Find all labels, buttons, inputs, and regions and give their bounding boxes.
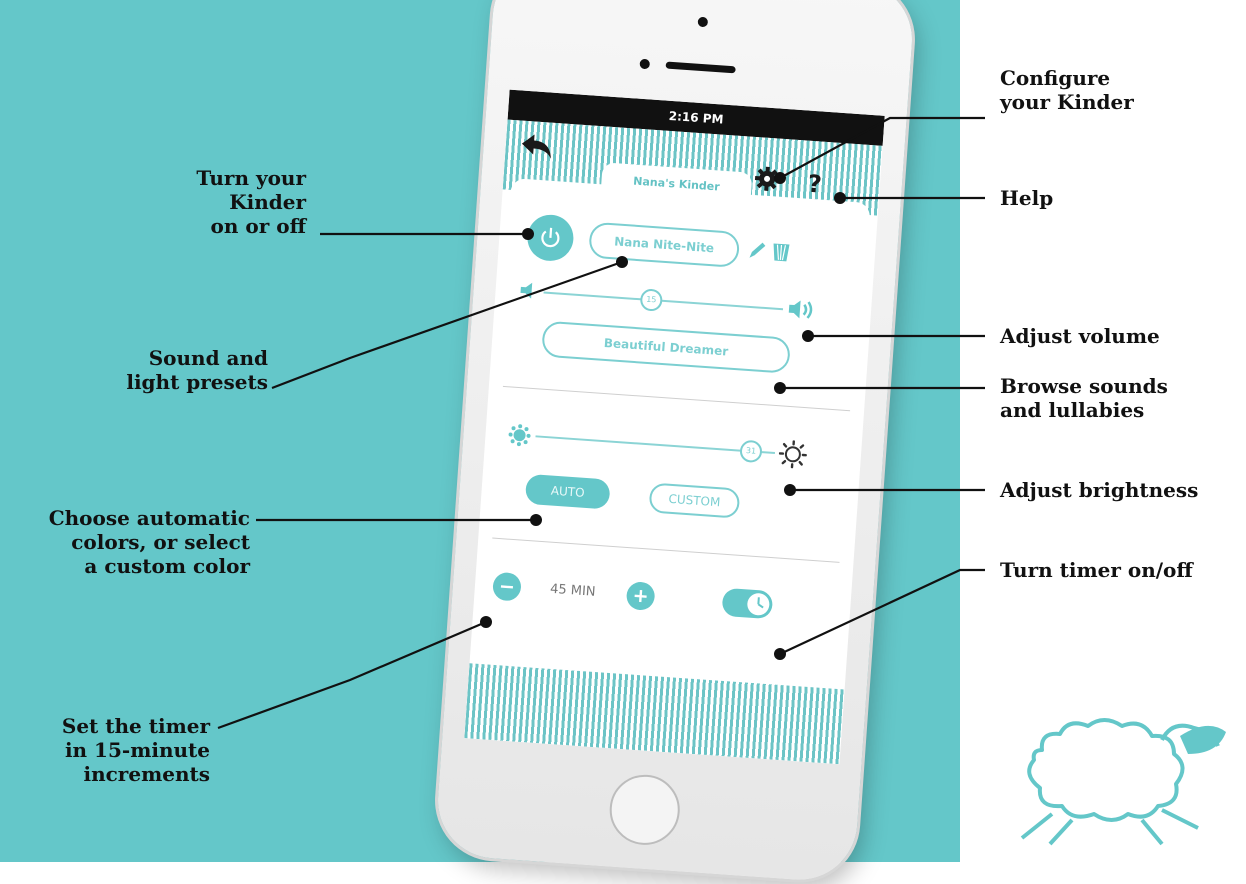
sheep-icon <box>1012 710 1232 850</box>
callout-dot-presets <box>616 256 628 268</box>
callout-timer-set-line3: increments <box>20 762 210 786</box>
callout-dot-colors <box>530 514 542 526</box>
callout-dot-power <box>522 228 534 240</box>
callout-dot-timer-toggle <box>774 648 786 660</box>
callout-line-configure <box>780 118 985 178</box>
callout-colors-line3: a custom color <box>6 554 250 578</box>
callout-configure-line1: Configure <box>1000 66 1134 90</box>
callout-timer-toggle: Turn timer on/off <box>1000 558 1193 582</box>
callout-timer-set-line1: Set the timer <box>20 714 210 738</box>
callout-dot-help <box>834 192 846 204</box>
callout-line-timer-toggle <box>780 570 985 654</box>
callout-presets: Sound and light presets <box>60 346 268 394</box>
callout-browse-line2: and lullabies <box>1000 398 1168 422</box>
callout-colors: Choose automatic colors, or select a cus… <box>6 506 250 578</box>
callout-colors-line1: Choose automatic <box>6 506 250 530</box>
callout-dot-configure <box>774 172 786 184</box>
callout-help: Help <box>1000 186 1053 210</box>
callout-brightness: Adjust brightness <box>1000 478 1198 502</box>
callout-browse: Browse sounds and lullabies <box>1000 374 1168 422</box>
callout-dot-browse <box>774 382 786 394</box>
callout-configure-line2: your Kinder <box>1000 90 1134 114</box>
callout-configure: Configure your Kinder <box>1000 66 1134 114</box>
callout-power-line3: on or off <box>120 214 306 238</box>
callout-power-line1: Turn your <box>120 166 306 190</box>
callout-line-timer-set <box>218 622 486 728</box>
callout-power-line2: Kinder <box>120 190 306 214</box>
callout-timer-set: Set the timer in 15-minute increments <box>20 714 210 786</box>
callout-presets-line2: light presets <box>60 370 268 394</box>
callout-dot-timer-set <box>480 616 492 628</box>
callout-dot-volume <box>802 330 814 342</box>
callout-presets-line1: Sound and <box>60 346 268 370</box>
callout-dot-brightness <box>784 484 796 496</box>
callout-timer-set-line2: in 15-minute <box>20 738 210 762</box>
callout-line-presets <box>272 262 622 388</box>
callout-volume: Adjust volume <box>1000 324 1160 348</box>
callout-power: Turn your Kinder on or off <box>120 166 306 238</box>
callout-colors-line2: colors, or select <box>6 530 250 554</box>
callout-browse-line1: Browse sounds <box>1000 374 1168 398</box>
